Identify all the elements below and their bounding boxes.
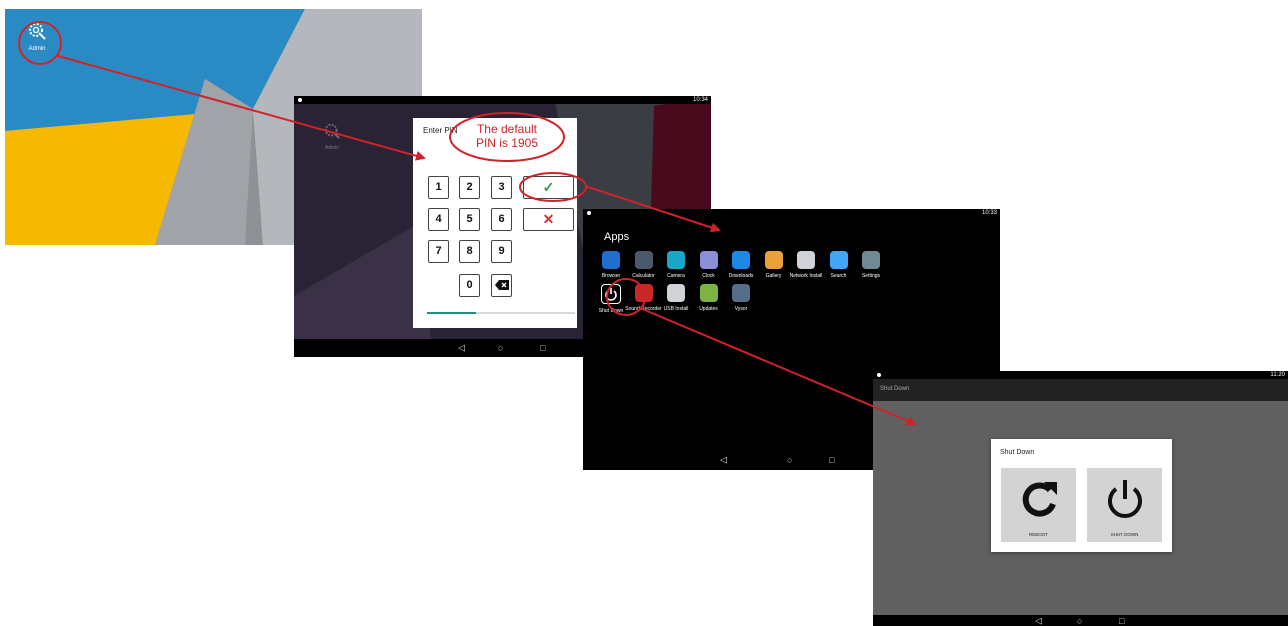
pin-callout: The default PIN is 1905	[462, 122, 552, 150]
annotation-circle-admin	[18, 21, 62, 65]
annotation-arrow-confirm-to-apps	[584, 185, 721, 233]
callout-line-1: The default	[476, 122, 538, 136]
callout-line-2: PIN is 1905	[475, 136, 539, 150]
annotation-ellipse-confirm	[519, 172, 587, 202]
annotation-arrow-admin-to-pin	[57, 55, 426, 161]
annotation-arrow-apps-to-shutdown	[639, 307, 917, 426]
annotation-overlay	[18, 21, 917, 426]
annotation-circle-shutdown-app	[606, 278, 646, 316]
